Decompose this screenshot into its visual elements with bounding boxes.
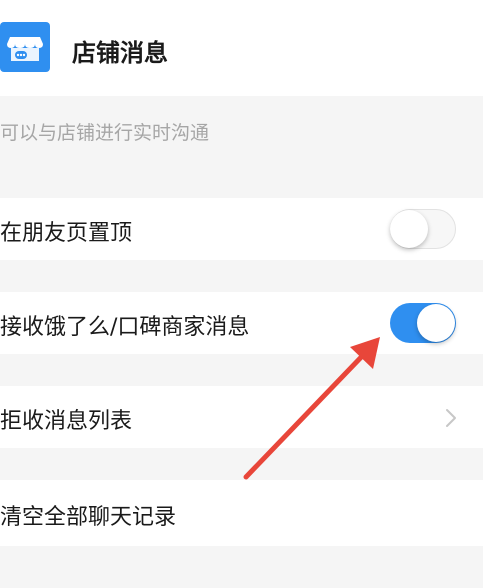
setting-label: 接收饿了么/口碑商家消息 — [0, 315, 250, 340]
setting-pin-to-top[interactable]: 在朋友页置顶 — [0, 198, 483, 260]
page-title: 店铺消息 — [72, 39, 168, 67]
store-chat-icon — [0, 22, 50, 72]
pin-to-top-toggle[interactable] — [390, 209, 456, 249]
setting-label: 在朋友页置顶 — [0, 221, 133, 246]
setting-clear-chat-history[interactable]: 清空全部聊天记录 — [0, 480, 483, 546]
toggle-knob — [417, 304, 455, 342]
toggle-knob — [390, 210, 428, 248]
receive-merchant-messages-toggle[interactable] — [390, 303, 456, 343]
setting-blocked-list[interactable]: 拒收消息列表 — [0, 386, 483, 448]
store-message-header: 店铺消息 — [0, 0, 483, 96]
setting-label: 清空全部聊天记录 — [0, 505, 177, 530]
chevron-right-icon — [444, 408, 458, 432]
store-description: 可以与店铺进行实时沟通 — [0, 122, 210, 144]
setting-receive-merchant-messages[interactable]: 接收饿了么/口碑商家消息 — [0, 292, 483, 354]
setting-label: 拒收消息列表 — [0, 409, 133, 434]
